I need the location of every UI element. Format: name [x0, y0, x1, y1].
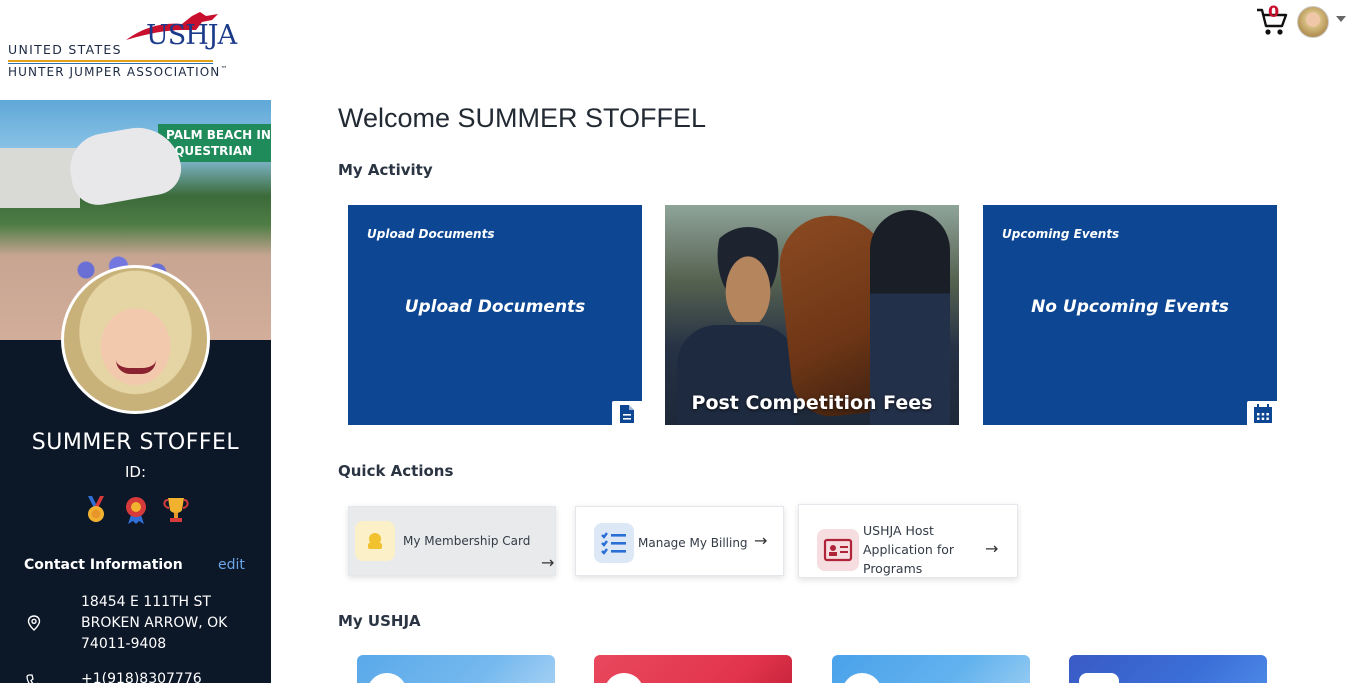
mailing-address: 18454 E 111TH ST BROKEN ARROW, OK 74011-…	[81, 594, 228, 652]
edit-contact-link[interactable]: edit	[218, 557, 245, 573]
rosette-icon[interactable]	[123, 496, 149, 524]
profile-sidebar: PALM BEACH IN EQUESTRIAN SUMMER STOFFEL …	[0, 100, 271, 683]
logo-line-1: UNITED STATES	[8, 42, 122, 57]
my-ushja-heading: My USHJA	[338, 612, 421, 630]
ushja-logo[interactable]: USHJA UNITED STATES HUNTER JUMPER ASSOCI…	[8, 8, 237, 80]
profile-photo[interactable]	[61, 265, 210, 414]
member-id: ID:	[124, 463, 147, 481]
post-competition-fees-tile[interactable]: Post Competition Fees	[665, 205, 959, 425]
chevron-down-icon[interactable]	[1336, 16, 1346, 22]
grandstand	[0, 148, 80, 208]
trophy-icon[interactable]	[163, 496, 189, 524]
membership-card-action[interactable]: My Membership Card →	[348, 506, 556, 576]
tile-title: No Upcoming Events	[1031, 297, 1229, 317]
upcoming-events-tile[interactable]: Upcoming Events No Upcoming Events	[983, 205, 1277, 425]
tile-title: Upload Documents	[404, 297, 586, 317]
phone-icon	[26, 674, 39, 683]
my-ushja-card-1[interactable]	[357, 655, 555, 683]
logo-divider-blue	[8, 63, 213, 64]
document-icon	[620, 405, 634, 423]
contact-info-title: Contact Information	[24, 557, 183, 573]
rider-photo	[707, 227, 789, 322]
tile-icon-corner	[1247, 401, 1277, 425]
cart-count-badge: 0	[1268, 2, 1280, 21]
tile-title: Post Competition Fees	[691, 392, 933, 414]
quick-actions-heading: Quick Actions	[338, 462, 454, 480]
action-label: Manage My Billing	[638, 536, 748, 550]
tile-caption: Upcoming Events	[1002, 227, 1120, 241]
tile-caption: Upload Documents	[367, 227, 495, 241]
tile-icon-corner	[612, 401, 642, 425]
my-ushja-card-3[interactable]	[832, 655, 1030, 683]
my-ushja-card-4[interactable]	[1069, 655, 1267, 683]
manage-billing-action[interactable]: Manage My Billing →	[575, 506, 784, 576]
calendar-icon	[1254, 404, 1272, 423]
my-ushja-card-2[interactable]	[594, 655, 792, 683]
phone-number: +1(918)8307776	[81, 671, 202, 683]
billing-list-icon	[594, 523, 634, 563]
membership-card-icon	[355, 521, 395, 561]
logo-divider	[8, 60, 213, 62]
upload-documents-tile[interactable]: Upload Documents Upload Documents	[348, 205, 642, 425]
member-name: SUMMER STOFFEL	[31, 430, 240, 455]
logo-line-2: HUNTER JUMPER ASSOCIATION™	[8, 65, 229, 79]
location-pin-icon	[27, 615, 41, 631]
medal-icon[interactable]	[83, 496, 109, 524]
arrow-right-icon: →	[541, 553, 555, 572]
host-application-action[interactable]: USHJA Host Application for Programs →	[798, 504, 1018, 578]
id-card-icon	[817, 529, 859, 571]
action-label: My Membership Card	[403, 534, 531, 548]
action-label: USHJA Host Application for Programs	[863, 523, 955, 576]
achievement-badges	[83, 496, 193, 526]
user-avatar[interactable]	[1297, 6, 1329, 38]
arrow-right-icon: →	[754, 531, 768, 550]
arrow-right-icon: →	[985, 539, 999, 558]
my-activity-heading: My Activity	[338, 161, 433, 179]
logo-mark: USHJA	[146, 20, 237, 51]
page-title: Welcome SUMMER STOFFEL	[338, 103, 707, 133]
